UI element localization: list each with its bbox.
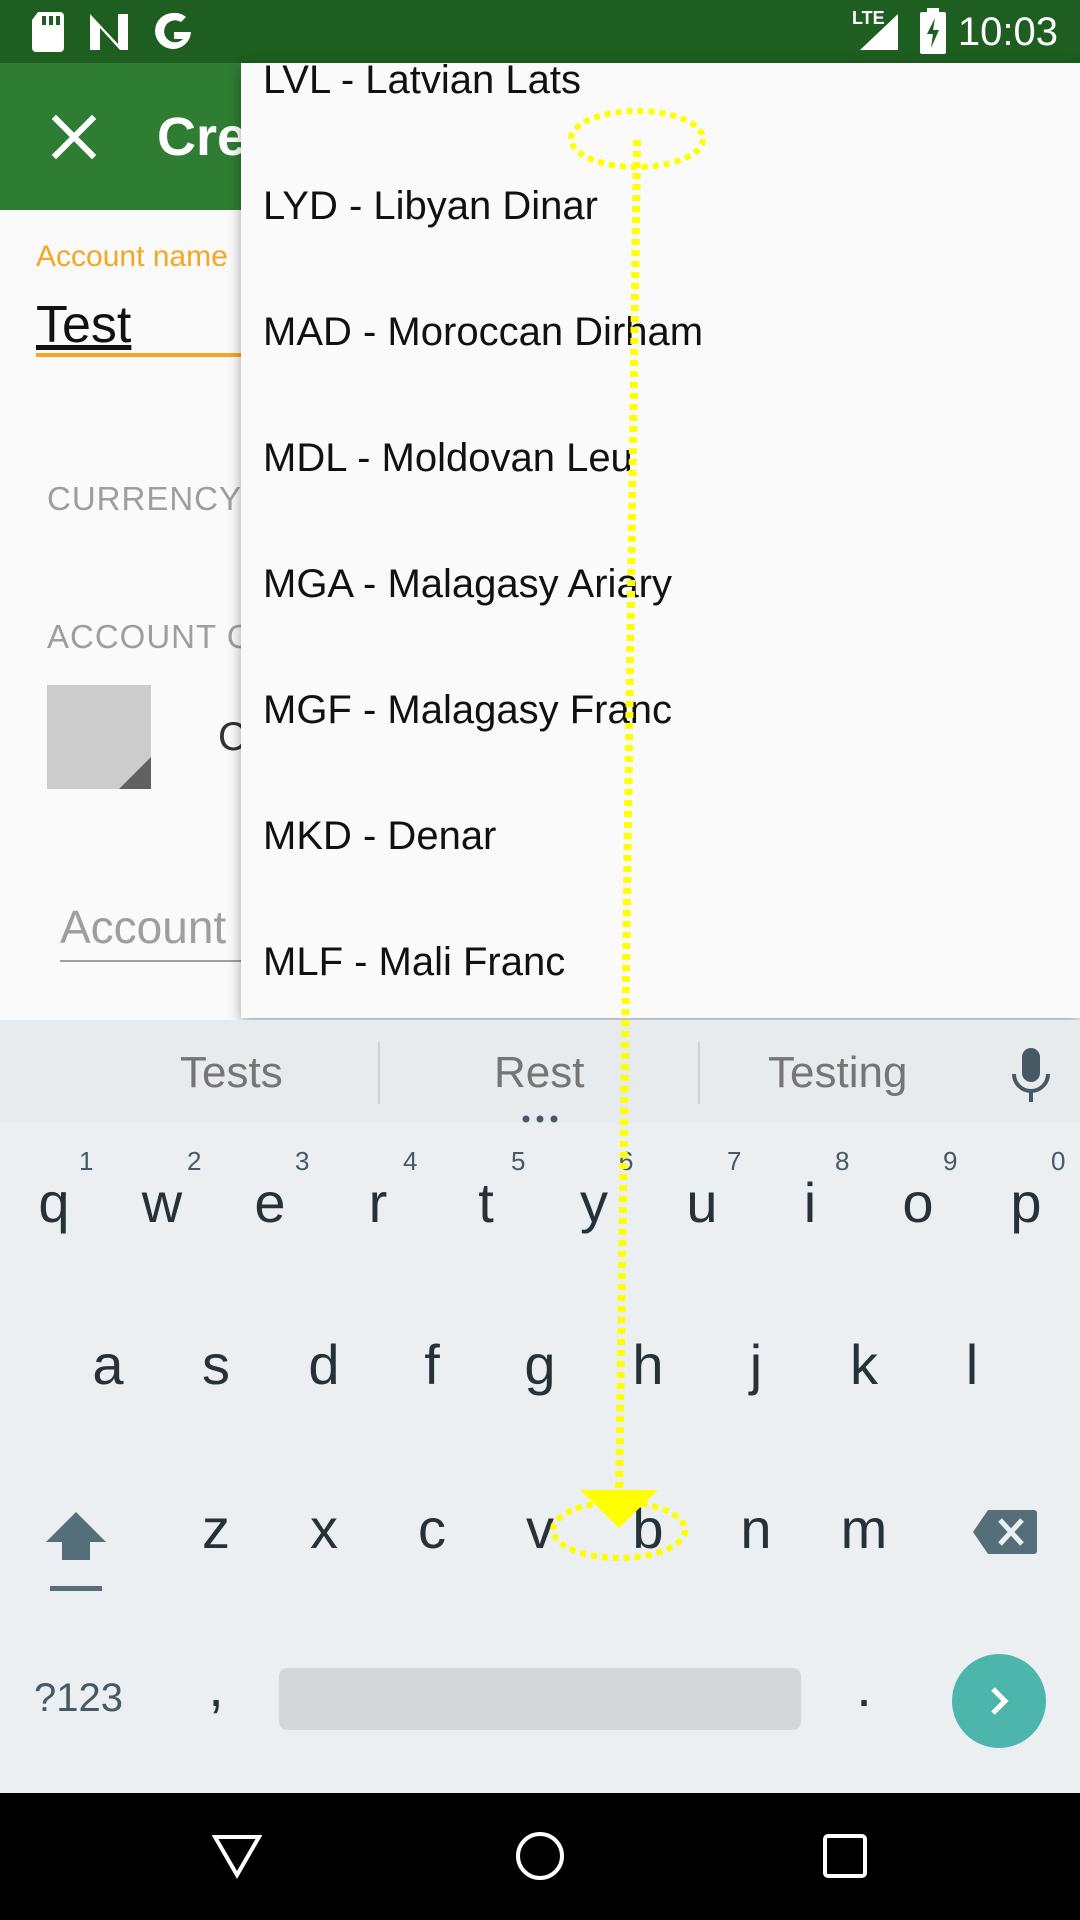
- key-i[interactable]: i: [770, 1170, 850, 1235]
- status-bar: LTE 10:03: [0, 0, 1080, 63]
- comma-key[interactable]: ,: [176, 1654, 256, 1719]
- navigation-bar: [0, 1793, 1080, 1920]
- key-j[interactable]: j: [716, 1332, 796, 1397]
- symbols-key[interactable]: ?123: [34, 1676, 123, 1721]
- lte-signal-icon: [860, 14, 898, 50]
- key-l[interactable]: l: [932, 1332, 1012, 1397]
- key-o[interactable]: o: [878, 1170, 958, 1235]
- more-suggestions-icon[interactable]: [520, 1110, 560, 1123]
- battery-charging-icon: [920, 8, 946, 54]
- key-g[interactable]: g: [500, 1332, 580, 1397]
- back-icon[interactable]: [212, 1833, 262, 1879]
- account-name-value: Test: [36, 296, 132, 354]
- key-a[interactable]: a: [68, 1332, 148, 1397]
- key-f[interactable]: f: [392, 1332, 472, 1397]
- key-r[interactable]: r: [338, 1170, 418, 1235]
- key-hint: 1: [79, 1146, 94, 1176]
- key-hint: 7: [727, 1146, 742, 1176]
- shift-icon[interactable]: [44, 1508, 108, 1596]
- key-hint: 3: [295, 1146, 310, 1176]
- chevron-right-icon: [991, 1687, 1009, 1715]
- key-hint: 9: [943, 1146, 958, 1176]
- key-d[interactable]: d: [284, 1332, 364, 1397]
- backspace-icon[interactable]: [972, 1508, 1038, 1556]
- currency-dropdown[interactable]: LVL - Latvian Lats LYD - Libyan Dinar MA…: [241, 63, 1080, 1018]
- key-w[interactable]: w: [122, 1170, 202, 1235]
- key-z[interactable]: z: [176, 1496, 256, 1561]
- home-icon[interactable]: [515, 1831, 565, 1881]
- key-y[interactable]: y: [554, 1170, 634, 1235]
- close-icon[interactable]: [46, 109, 102, 165]
- key-hint: 0: [1051, 1146, 1066, 1176]
- key-hint: 6: [619, 1146, 634, 1176]
- account-color-section-label: ACCOUNT C: [47, 618, 252, 655]
- key-x[interactable]: x: [284, 1496, 364, 1561]
- key-s[interactable]: s: [176, 1332, 256, 1397]
- page-title: Cre: [157, 107, 248, 167]
- space-bar[interactable]: [279, 1668, 801, 1730]
- microphone-icon[interactable]: [1010, 1048, 1052, 1104]
- currency-option[interactable]: MLF - Mali Franc: [263, 899, 1063, 1018]
- clock: 10:03: [957, 10, 1058, 54]
- soft-keyboard: Tests Rest Testing q w e r t y u i o p 1…: [0, 1020, 1080, 1793]
- key-v[interactable]: v: [500, 1496, 580, 1561]
- period-key[interactable]: .: [824, 1654, 904, 1719]
- key-p[interactable]: p: [986, 1170, 1066, 1235]
- currency-option[interactable]: MDL - Moldovan Leu: [263, 395, 1063, 521]
- key-k[interactable]: k: [824, 1332, 904, 1397]
- account-name-label: Account name: [36, 240, 228, 273]
- currency-option[interactable]: MKD - Denar: [263, 773, 1063, 899]
- key-hint: 8: [835, 1146, 850, 1176]
- key-c[interactable]: c: [392, 1496, 472, 1561]
- currency-option[interactable]: MGF - Malagasy Franc: [263, 647, 1063, 773]
- google-icon: [155, 12, 191, 49]
- color-swatch[interactable]: [47, 685, 151, 789]
- key-t[interactable]: t: [446, 1170, 526, 1235]
- suggestion-item[interactable]: Testing: [768, 1048, 907, 1098]
- currency-option[interactable]: LYD - Libyan Dinar: [263, 143, 1063, 269]
- key-hint: 4: [403, 1146, 418, 1176]
- currency-option[interactable]: MAD - Moroccan Dirham: [263, 269, 1063, 395]
- n-icon: [90, 14, 128, 50]
- key-m[interactable]: m: [824, 1496, 904, 1561]
- suggestion-item[interactable]: Tests: [180, 1048, 283, 1098]
- suggestion-strip: Tests Rest Testing: [0, 1020, 1080, 1123]
- currency-option[interactable]: LVL - Latvian Lats: [263, 63, 1063, 143]
- suggestion-divider: [698, 1042, 700, 1104]
- suggestion-divider: [378, 1042, 380, 1104]
- enter-button[interactable]: [952, 1654, 1046, 1748]
- key-hint: 5: [511, 1146, 526, 1176]
- key-e[interactable]: e: [230, 1170, 310, 1235]
- key-n[interactable]: n: [716, 1496, 796, 1561]
- key-hint: 2: [187, 1146, 202, 1176]
- key-u[interactable]: u: [662, 1170, 742, 1235]
- currency-option[interactable]: MGA - Malagasy Ariary: [263, 521, 1063, 647]
- recents-icon[interactable]: [822, 1833, 868, 1879]
- key-q[interactable]: q: [14, 1170, 94, 1235]
- key-b[interactable]: b: [608, 1496, 688, 1561]
- sd-card-icon: [32, 12, 64, 52]
- suggestion-item[interactable]: Rest: [494, 1048, 584, 1098]
- key-h[interactable]: h: [608, 1332, 688, 1397]
- currency-section-label: CURRENCY: [47, 480, 243, 517]
